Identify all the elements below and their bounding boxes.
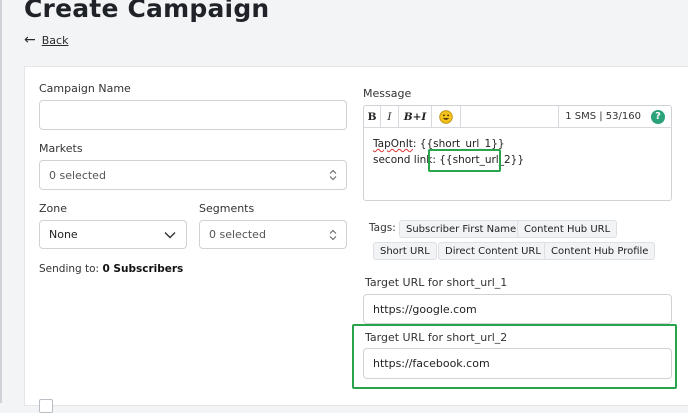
back-link[interactable]: ← Back — [24, 33, 68, 47]
target-url-1-label: Target URL for short_url_1 — [365, 276, 508, 289]
campaign-name-input[interactable] — [39, 100, 347, 130]
segments-value: 0 selected — [209, 228, 266, 241]
message-editor[interactable]: B I B+I 1 SMS | 53/160 ? TapOnIt: {{shor… — [363, 105, 672, 201]
bold-italic-button[interactable]: B+I — [399, 105, 432, 128]
italic-button[interactable]: I — [381, 105, 399, 128]
tag-direct-content-url[interactable]: Direct Content URL — [438, 242, 548, 260]
tag-content-hub-profile[interactable]: Content Hub Profile — [544, 242, 656, 260]
zone-value: None — [49, 228, 78, 241]
spell-error-word: TapOnIt — [373, 138, 413, 150]
editor-toolbar: B I B+I 1 SMS | 53/160 ? — [364, 105, 671, 128]
markets-value: 0 selected — [49, 168, 106, 182]
emoji-icon — [439, 109, 453, 124]
sending-to-label: Sending to: — [39, 263, 100, 275]
zone-label: Zone — [39, 202, 68, 215]
segments-select[interactable]: 0 selected — [199, 220, 347, 249]
zone-select[interactable]: None — [39, 220, 187, 249]
sending-to: Sending to: 0 Subscribers — [39, 263, 183, 275]
message-label: Message — [363, 87, 412, 100]
updown-chevron-icon — [329, 229, 337, 240]
chevron-down-icon — [164, 231, 176, 238]
segments-label: Segments — [199, 202, 255, 215]
token-highlight-box — [428, 149, 501, 172]
tag-short-url[interactable]: Short URL — [373, 242, 437, 260]
checkbox[interactable] — [39, 399, 53, 413]
target-url-1-input[interactable]: https://google.com — [363, 294, 672, 324]
bold-button[interactable]: B — [364, 105, 381, 128]
markets-select[interactable]: 0 selected — [39, 160, 347, 190]
target-url-2-label: Target URL for short_url_2 — [365, 331, 508, 344]
markets-label: Markets — [39, 142, 83, 155]
page-border — [0, 0, 2, 403]
campaign-form-card: Campaign Name Markets 0 selected Zone No… — [24, 66, 688, 413]
sms-counter: 1 SMS | 53/160 — [558, 105, 647, 128]
tag-subscriber-first-name[interactable]: Subscriber First Name — [399, 220, 524, 238]
subscriber-count: 0 Subscribers — [102, 263, 184, 275]
emoji-button[interactable] — [432, 105, 461, 128]
tag-content-hub-url[interactable]: Content Hub URL — [517, 220, 618, 238]
tags-label: Tags: — [369, 222, 396, 234]
help-icon[interactable]: ? — [651, 109, 665, 124]
updown-chevron-icon — [329, 169, 337, 181]
back-label: Back — [41, 33, 69, 47]
page-title: Create Campaign — [24, 0, 270, 23]
campaign-name-label: Campaign Name — [39, 82, 131, 95]
target-url-2-input[interactable]: https://facebook.com — [363, 348, 672, 379]
arrow-left-icon: ← — [24, 32, 36, 48]
